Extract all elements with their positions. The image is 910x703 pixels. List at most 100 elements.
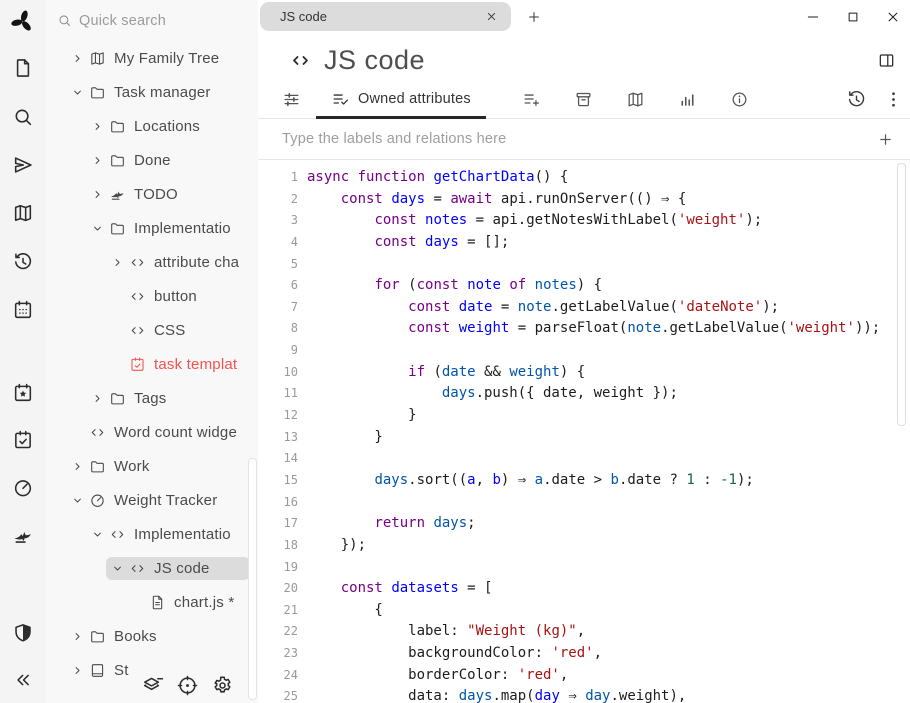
code-text: return days; bbox=[307, 513, 476, 535]
chevron-right-icon[interactable] bbox=[91, 154, 104, 167]
tree-item-task-templat[interactable]: task templat bbox=[46, 347, 258, 381]
folder-icon bbox=[109, 220, 126, 237]
code-line: 22 label: "Weight (kg)", bbox=[258, 621, 910, 643]
chevron-down-icon[interactable] bbox=[91, 528, 104, 541]
tree-item-js-code[interactable]: JS code bbox=[46, 551, 258, 585]
tree-item-button[interactable]: button bbox=[46, 279, 258, 313]
chevron-right-icon[interactable] bbox=[91, 120, 104, 133]
chevron-right-icon[interactable] bbox=[71, 460, 84, 473]
task-check-icon[interactable] bbox=[12, 429, 34, 451]
tree-item-books[interactable]: Books bbox=[46, 619, 258, 653]
bar-chart-button[interactable] bbox=[662, 80, 714, 118]
tree-item-task-manager[interactable]: Task manager bbox=[46, 75, 258, 109]
code-line: 8 const weight = parseFloat(note.getLabe… bbox=[258, 318, 910, 340]
protected-session-icon[interactable] bbox=[12, 622, 34, 644]
code-line: 3 const notes = api.getNotesWithLabel('w… bbox=[258, 210, 910, 232]
note-title[interactable]: JS code bbox=[324, 45, 425, 76]
attribute-input[interactable]: Type the labels and relations here bbox=[282, 131, 877, 147]
close-button[interactable] bbox=[885, 9, 901, 25]
app-window: Quick search My Family TreeTask managerL… bbox=[0, 0, 910, 703]
minimize-button[interactable] bbox=[805, 9, 821, 25]
jump-to-icon[interactable] bbox=[12, 154, 34, 176]
chevron-down-icon[interactable] bbox=[71, 86, 84, 99]
code-text: const days = await api.runOnServer(() ⇒ … bbox=[307, 189, 686, 211]
code-icon bbox=[129, 322, 146, 339]
sliders-button[interactable] bbox=[266, 80, 316, 118]
line-number: 6 bbox=[258, 275, 298, 297]
note-tree: My Family TreeTask managerLocationsDoneT… bbox=[46, 41, 258, 687]
info-button[interactable] bbox=[714, 80, 766, 118]
tree-item-implementatio[interactable]: Implementatio bbox=[46, 211, 258, 245]
ribbon-tab-owned-attributes[interactable]: Owned attributes bbox=[316, 80, 486, 118]
target-icon[interactable] bbox=[176, 674, 199, 697]
search-icon bbox=[57, 13, 72, 28]
line-number: 15 bbox=[258, 470, 298, 492]
chevron-right-icon[interactable] bbox=[91, 188, 104, 201]
add-attribute-button[interactable] bbox=[877, 131, 894, 148]
tree-item-css[interactable]: CSS bbox=[46, 313, 258, 347]
tree-item-label: Weight Tracker bbox=[114, 492, 217, 509]
task-check-icon bbox=[129, 356, 146, 373]
tree-item-locations[interactable]: Locations bbox=[46, 109, 258, 143]
tree-item-label: task templat bbox=[154, 356, 237, 373]
tree-item-weight-tracker[interactable]: Weight Tracker bbox=[46, 483, 258, 517]
tree-scrollbar[interactable] bbox=[248, 458, 257, 700]
dashboard-icon[interactable] bbox=[12, 477, 34, 499]
launcher-bar bbox=[0, 0, 46, 703]
tree-item-done[interactable]: Done bbox=[46, 143, 258, 177]
tree-item-label: button bbox=[154, 288, 197, 305]
tree-item-chart-js[interactable]: chart.js * bbox=[46, 585, 258, 619]
list-plus-button[interactable] bbox=[506, 80, 558, 118]
tree-item-work[interactable]: Work bbox=[46, 449, 258, 483]
code-text: label: "Weight (kg)", bbox=[307, 621, 585, 643]
gear-icon[interactable] bbox=[211, 674, 234, 697]
code-line: 20 const datasets = [ bbox=[258, 578, 910, 600]
bar-chart-icon bbox=[678, 90, 697, 109]
quick-search-input[interactable]: Quick search bbox=[46, 0, 258, 41]
code-editor[interactable]: 1async function getChartData() {2 const … bbox=[258, 160, 910, 703]
maximize-button[interactable] bbox=[845, 9, 861, 25]
layers-minus-icon[interactable] bbox=[141, 674, 164, 697]
search-icon[interactable] bbox=[12, 106, 34, 128]
tree-item-word-count-widge[interactable]: Word count widge bbox=[46, 415, 258, 449]
code-line: 15 days.sort((a, b) ⇒ a.date > b.date ? … bbox=[258, 470, 910, 492]
new-note-icon[interactable] bbox=[12, 57, 34, 79]
tree-item-tags[interactable]: Tags bbox=[46, 381, 258, 415]
chevron-right-icon[interactable] bbox=[71, 630, 84, 643]
chevron-down-icon[interactable] bbox=[91, 222, 104, 235]
editor-scrollbar[interactable] bbox=[897, 163, 906, 426]
swallow-icon[interactable] bbox=[12, 525, 34, 547]
note-tree-panel: Quick search My Family TreeTask managerL… bbox=[46, 0, 258, 703]
tree-item-implementatio[interactable]: Implementatio bbox=[46, 517, 258, 551]
close-tab-icon[interactable] bbox=[485, 10, 498, 23]
code-line: 13 } bbox=[258, 427, 910, 449]
code-icon bbox=[109, 526, 126, 543]
note-map-icon[interactable] bbox=[12, 202, 34, 224]
code-text: backgroundColor: 'red', bbox=[307, 643, 602, 665]
chevron-down-icon[interactable] bbox=[71, 494, 84, 507]
tree-item-label: Tags bbox=[134, 390, 167, 407]
chevron-right-icon[interactable] bbox=[111, 256, 124, 269]
recent-changes-button[interactable] bbox=[846, 89, 867, 110]
kebab-button[interactable] bbox=[883, 89, 904, 110]
code-line: 9 bbox=[258, 340, 910, 362]
line-number: 17 bbox=[258, 513, 298, 535]
line-number: 3 bbox=[258, 210, 298, 232]
tree-item-attribute-cha[interactable]: attribute cha bbox=[46, 245, 258, 279]
new-tab-button[interactable] bbox=[526, 9, 542, 25]
chevron-right-icon[interactable] bbox=[71, 52, 84, 65]
recent-changes-icon[interactable] bbox=[12, 251, 34, 273]
note-map-button[interactable] bbox=[610, 80, 662, 118]
collapse-tree-icon[interactable] bbox=[12, 669, 34, 691]
bookmarked-date-icon[interactable] bbox=[12, 382, 34, 404]
line-number: 10 bbox=[258, 362, 298, 384]
archive-button[interactable] bbox=[558, 80, 610, 118]
tree-item-my-family-tree[interactable]: My Family Tree bbox=[46, 41, 258, 75]
chevron-right-icon[interactable] bbox=[71, 664, 84, 677]
chevron-down-icon[interactable] bbox=[111, 562, 124, 575]
tree-item-todo[interactable]: TODO bbox=[46, 177, 258, 211]
tab-js-code[interactable]: JS code bbox=[260, 2, 511, 31]
split-pane-button[interactable] bbox=[877, 51, 896, 70]
chevron-right-icon[interactable] bbox=[91, 392, 104, 405]
calendar-icon[interactable] bbox=[12, 299, 34, 321]
